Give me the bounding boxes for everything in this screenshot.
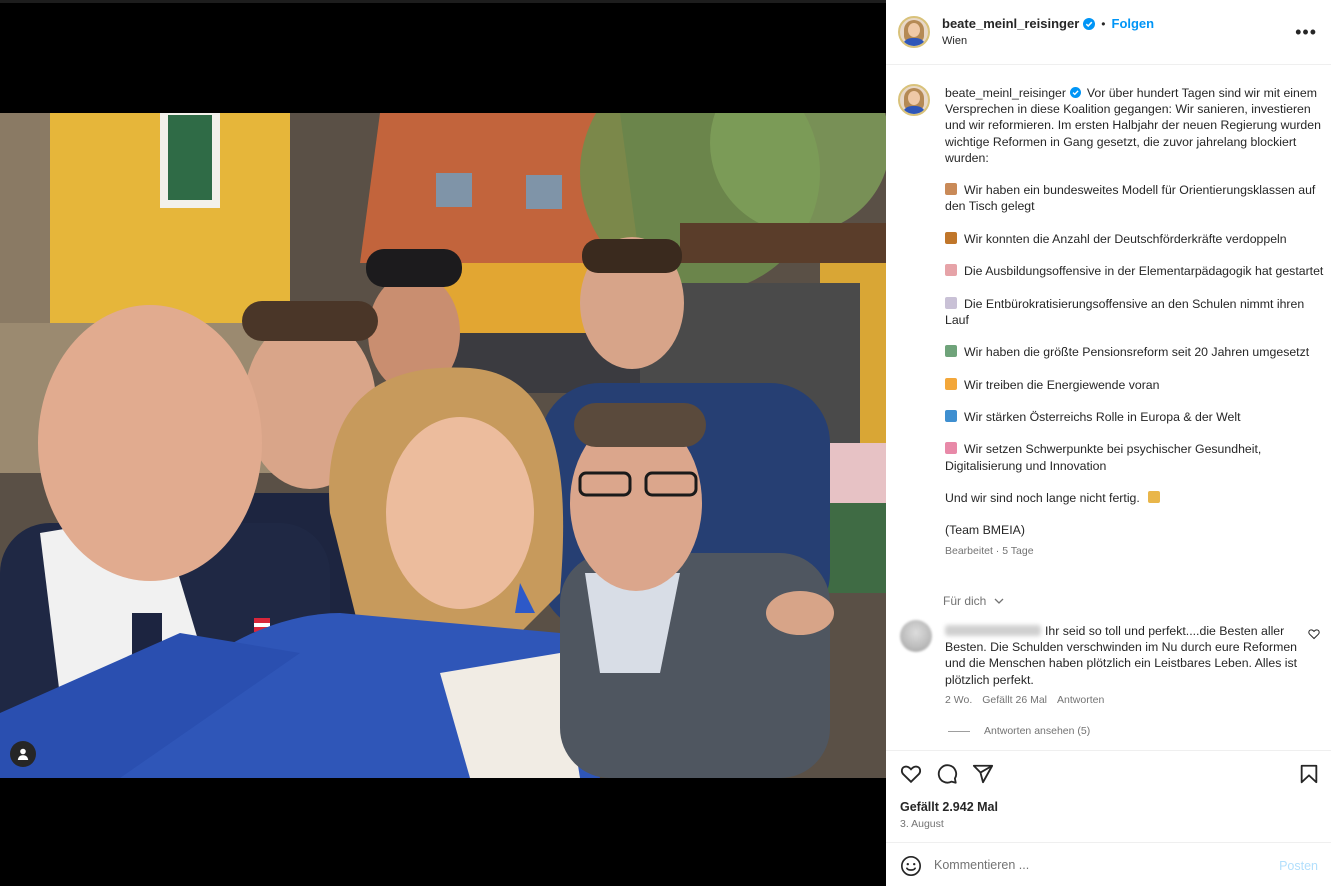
post-photo[interactable]: [0, 113, 886, 778]
caption-bullet: Die Entbürokratisierungsoffensive an den…: [945, 296, 1328, 328]
comment-sort-label: Für dich: [943, 594, 987, 608]
follow-button[interactable]: Folgen: [1112, 16, 1155, 32]
party-emoji-icon: [1148, 490, 1161, 503]
photo-illustration: [0, 113, 886, 778]
caption-bullet: Wir haben ein bundesweites Modell für Or…: [945, 182, 1328, 214]
post-comment-button[interactable]: Posten: [1279, 859, 1318, 873]
caption-text: beate_meinl_reisinger Vor über hundert T…: [945, 85, 1328, 559]
caption-bullet-text: Wir setzen Schwerpunkte bei psychischer …: [945, 442, 1262, 473]
comment-likes[interactable]: Gefällt 26 Mal: [982, 694, 1047, 706]
crayon-emoji-icon: [945, 264, 957, 277]
top-strip: [0, 0, 886, 3]
comment-bubble-icon[interactable]: [936, 763, 958, 785]
post-header: beate_meinl_reisinger • Folgen Wien •••: [886, 0, 1331, 65]
comments-scroll-area[interactable]: beate_meinl_reisinger Vor über hundert T…: [886, 66, 1331, 750]
caption-bullets: Wir haben ein bundesweites Modell für Or…: [945, 182, 1328, 474]
comment-input[interactable]: [934, 854, 1264, 876]
likes-count[interactable]: Gefällt 2.942 Mal: [900, 800, 998, 814]
caption-bullet: Wir treiben die Energiewende voran: [945, 377, 1328, 393]
caption-author-avatar[interactable]: [898, 84, 930, 116]
caption-closing: Und wir sind noch lange nicht fertig.: [945, 490, 1328, 506]
caption-intro-paragraph: beate_meinl_reisinger Vor über hundert T…: [945, 85, 1328, 166]
caption-bullet: Wir stärken Österreichs Rolle in Europa …: [945, 409, 1328, 425]
caption-bullet-text: Die Entbürokratisierungsoffensive an den…: [945, 296, 1305, 327]
view-replies-label: Antworten ansehen (5): [984, 725, 1091, 737]
author-username[interactable]: beate_meinl_reisinger: [942, 16, 1079, 32]
person-icon: [17, 748, 29, 760]
comment-meta: 2 Wo. Gefällt 26 Mal Antworten: [945, 694, 1104, 706]
commenter-username-blurred[interactable]: [945, 625, 1041, 636]
school-emoji-icon: [945, 183, 957, 196]
chevron-down-icon: [994, 598, 1004, 604]
caption-username[interactable]: beate_meinl_reisinger: [945, 86, 1066, 100]
verified-badge-icon: [1083, 17, 1096, 30]
emoji-smiley-icon[interactable]: [900, 855, 922, 877]
post-location[interactable]: Wien: [942, 33, 1154, 49]
teacher-emoji-icon: [945, 231, 957, 244]
post-actions: Gefällt 2.942 Mal 3. August: [886, 750, 1331, 842]
caption-bullet-text: Wir treiben die Energiewende voran: [964, 377, 1160, 392]
comment-age[interactable]: 2 Wo.: [945, 694, 972, 706]
globe-emoji-icon: [945, 409, 957, 422]
comment-heart-icon[interactable]: [1308, 628, 1320, 640]
caption-bullet: Die Ausbildungsoffensive in der Elementa…: [945, 263, 1328, 279]
post-date[interactable]: 3. August: [900, 818, 944, 830]
view-replies-button[interactable]: Antworten ansehen (5): [948, 725, 1090, 737]
add-comment-bar: Posten: [886, 842, 1331, 886]
verified-badge-icon: [1070, 87, 1082, 98]
caption-bullet: Wir konnten die Anzahl der Deutschförder…: [945, 231, 1328, 247]
author-avatar[interactable]: [898, 16, 930, 48]
post-side-panel: beate_meinl_reisinger • Folgen Wien ••• …: [886, 0, 1331, 886]
brain-emoji-icon: [945, 442, 957, 455]
memo-emoji-icon: [945, 296, 957, 309]
share-send-icon[interactable]: [972, 763, 994, 785]
caption-bullet-text: Die Ausbildungsoffensive in der Elementa…: [964, 264, 1324, 279]
caption-bullet-text: Wir haben die größte Pensionsreform seit…: [964, 345, 1310, 360]
caption-bullet: Wir setzen Schwerpunkte bei psychischer …: [945, 441, 1328, 473]
comment-sort-dropdown[interactable]: Für dich: [943, 594, 1004, 608]
tagged-people-button[interactable]: [10, 741, 36, 767]
media-pane: [0, 0, 886, 886]
commenter-avatar[interactable]: [900, 620, 932, 652]
caption-bullet-text: Wir konnten die Anzahl der Deutschförder…: [964, 231, 1287, 246]
author-info: beate_meinl_reisinger • Folgen Wien: [942, 16, 1154, 49]
separator-dot: •: [1101, 16, 1106, 31]
lightning-emoji-icon: [945, 377, 957, 390]
caption-bullet-text: Wir haben ein bundesweites Modell für Or…: [945, 183, 1316, 214]
caption-bullet: Wir haben die größte Pensionsreform seit…: [945, 344, 1328, 360]
like-heart-icon[interactable]: [900, 763, 922, 785]
replies-divider-line: [948, 730, 970, 732]
more-options-icon[interactable]: •••: [1295, 23, 1317, 41]
comment: Ihr seid so toll und perfekt....die Best…: [945, 623, 1300, 688]
caption-signature: (Team BMEIA): [945, 523, 1025, 538]
caption-bullet-text: Wir stärken Österreichs Rolle in Europa …: [964, 409, 1241, 424]
caption-meta: Bearbeitet · 5 Tage: [945, 544, 1034, 557]
money-emoji-icon: [945, 345, 957, 358]
caption-closing-text: Und wir sind noch lange nicht fertig.: [945, 490, 1140, 505]
reply-button[interactable]: Antworten: [1057, 694, 1104, 706]
save-bookmark-icon[interactable]: [1298, 763, 1320, 785]
